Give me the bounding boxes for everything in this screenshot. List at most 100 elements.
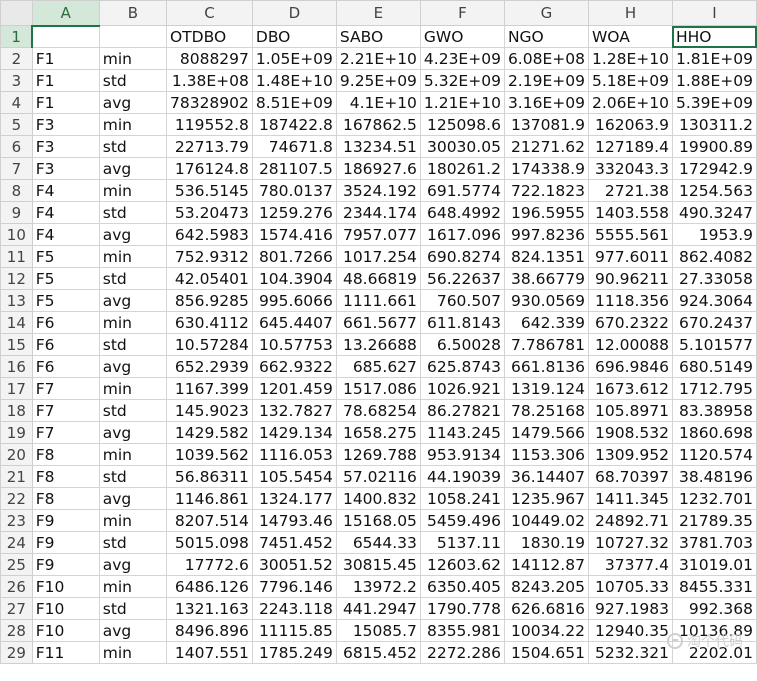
cell[interactable]: 48.66819 — [335, 267, 421, 290]
cell[interactable]: 645.4407 — [251, 311, 337, 334]
cell[interactable]: 8455.331 — [671, 575, 757, 598]
cell[interactable]: F5 — [31, 289, 100, 312]
cell[interactable]: 8.51E+09 — [251, 91, 337, 114]
cell[interactable]: F9 — [31, 531, 100, 554]
cell[interactable]: min — [98, 443, 167, 466]
cell[interactable]: 5.18E+09 — [587, 69, 673, 92]
cell[interactable]: 5.32E+09 — [419, 69, 505, 92]
cell[interactable]: SABO — [335, 25, 421, 48]
cell[interactable]: 6544.33 — [335, 531, 421, 554]
cell[interactable]: 1429.134 — [251, 421, 337, 444]
cell[interactable]: 752.9312 — [165, 245, 253, 268]
select-all-corner[interactable] — [0, 0, 33, 26]
cell[interactable]: 824.1351 — [503, 245, 589, 268]
cell[interactable]: 1321.163 — [165, 597, 253, 620]
cell[interactable]: 31019.01 — [671, 553, 757, 576]
cell[interactable]: 5137.11 — [419, 531, 505, 554]
cell[interactable]: 536.5145 — [165, 179, 253, 202]
cell[interactable]: 21271.62 — [503, 135, 589, 158]
cell[interactable]: 1232.701 — [671, 487, 757, 510]
cell[interactable]: 196.5955 — [503, 201, 589, 224]
cell[interactable]: 186927.6 — [335, 157, 421, 180]
cell[interactable]: 1116.053 — [251, 443, 337, 466]
row-header[interactable]: 25 — [0, 553, 33, 576]
cell[interactable]: min — [98, 575, 167, 598]
cell[interactable]: 6.08E+08 — [503, 47, 589, 70]
cell[interactable]: 30815.45 — [335, 553, 421, 576]
cell[interactable]: 5232.321 — [587, 641, 673, 664]
cell[interactable]: F7 — [31, 377, 100, 400]
cell[interactable]: 760.507 — [419, 289, 505, 312]
column-header-g[interactable]: G — [503, 0, 589, 26]
cell[interactable]: std — [98, 597, 167, 620]
cell[interactable]: 1617.096 — [419, 223, 505, 246]
cell[interactable]: F8 — [31, 465, 100, 488]
cell[interactable]: 167862.5 — [335, 113, 421, 136]
cell[interactable]: 1953.9 — [671, 223, 757, 246]
row-header[interactable]: 10 — [0, 223, 33, 246]
cell[interactable]: 626.6816 — [503, 597, 589, 620]
cell[interactable]: F6 — [31, 311, 100, 334]
cell[interactable]: 187422.8 — [251, 113, 337, 136]
cell[interactable]: min — [98, 641, 167, 664]
cell[interactable]: 137081.9 — [503, 113, 589, 136]
cell[interactable]: 74671.8 — [251, 135, 337, 158]
cell[interactable]: min — [98, 245, 167, 268]
cell[interactable]: 670.2437 — [671, 311, 757, 334]
column-header-d[interactable]: D — [251, 0, 337, 26]
cell[interactable]: 1111.661 — [335, 289, 421, 312]
cell[interactable]: F5 — [31, 267, 100, 290]
cell[interactable]: F10 — [31, 575, 100, 598]
cell[interactable]: avg — [98, 91, 167, 114]
cell[interactable]: 1118.356 — [587, 289, 673, 312]
cell[interactable]: 53.20473 — [165, 201, 253, 224]
cell[interactable]: 1.38E+08 — [165, 69, 253, 92]
row-header[interactable]: 20 — [0, 443, 33, 466]
cell[interactable]: 1153.306 — [503, 443, 589, 466]
cell[interactable]: 281107.5 — [251, 157, 337, 180]
cell[interactable]: 1120.574 — [671, 443, 757, 466]
cell[interactable]: F11 — [31, 641, 100, 664]
cell[interactable]: 10.57284 — [165, 333, 253, 356]
cell[interactable]: F8 — [31, 487, 100, 510]
column-header-f[interactable]: F — [419, 0, 505, 26]
cell[interactable]: 56.86311 — [165, 465, 253, 488]
cell[interactable]: 1504.651 — [503, 641, 589, 664]
cell[interactable]: 977.6011 — [587, 245, 673, 268]
cell[interactable]: min — [98, 113, 167, 136]
cell[interactable]: 105.5454 — [251, 465, 337, 488]
cell[interactable]: 125098.6 — [419, 113, 505, 136]
cell[interactable]: 1319.124 — [503, 377, 589, 400]
cell[interactable]: F4 — [31, 179, 100, 202]
cell[interactable]: 8207.514 — [165, 509, 253, 532]
cell[interactable]: 180261.2 — [419, 157, 505, 180]
cell[interactable]: 15168.05 — [335, 509, 421, 532]
cell[interactable]: 992.368 — [671, 597, 757, 620]
cell[interactable]: 7.786781 — [503, 333, 589, 356]
cell[interactable]: std — [98, 399, 167, 422]
cell[interactable]: avg — [98, 157, 167, 180]
cell[interactable]: 8496.896 — [165, 619, 253, 642]
cell[interactable]: 1673.612 — [587, 377, 673, 400]
cell[interactable]: F8 — [31, 443, 100, 466]
cell[interactable]: 611.8143 — [419, 311, 505, 334]
cell[interactable]: 19900.89 — [671, 135, 757, 158]
cell[interactable]: 1860.698 — [671, 421, 757, 444]
cell[interactable]: 24892.71 — [587, 509, 673, 532]
cell[interactable]: 1429.582 — [165, 421, 253, 444]
column-header-e[interactable]: E — [335, 0, 421, 26]
cell[interactable]: std — [98, 69, 167, 92]
cell[interactable]: 1658.275 — [335, 421, 421, 444]
column-header-a[interactable]: A — [31, 0, 100, 27]
cell[interactable]: 1058.241 — [419, 487, 505, 510]
cell[interactable]: 1269.788 — [335, 443, 421, 466]
row-header[interactable]: 19 — [0, 421, 33, 444]
cell[interactable]: avg — [98, 619, 167, 642]
cell[interactable]: 15085.7 — [335, 619, 421, 642]
cell[interactable]: avg — [98, 421, 167, 444]
cell[interactable]: DBO — [251, 25, 337, 48]
cell[interactable]: F6 — [31, 355, 100, 378]
row-header[interactable]: 12 — [0, 267, 33, 290]
row-header[interactable]: 29 — [0, 641, 33, 664]
cell[interactable]: 4.23E+09 — [419, 47, 505, 70]
